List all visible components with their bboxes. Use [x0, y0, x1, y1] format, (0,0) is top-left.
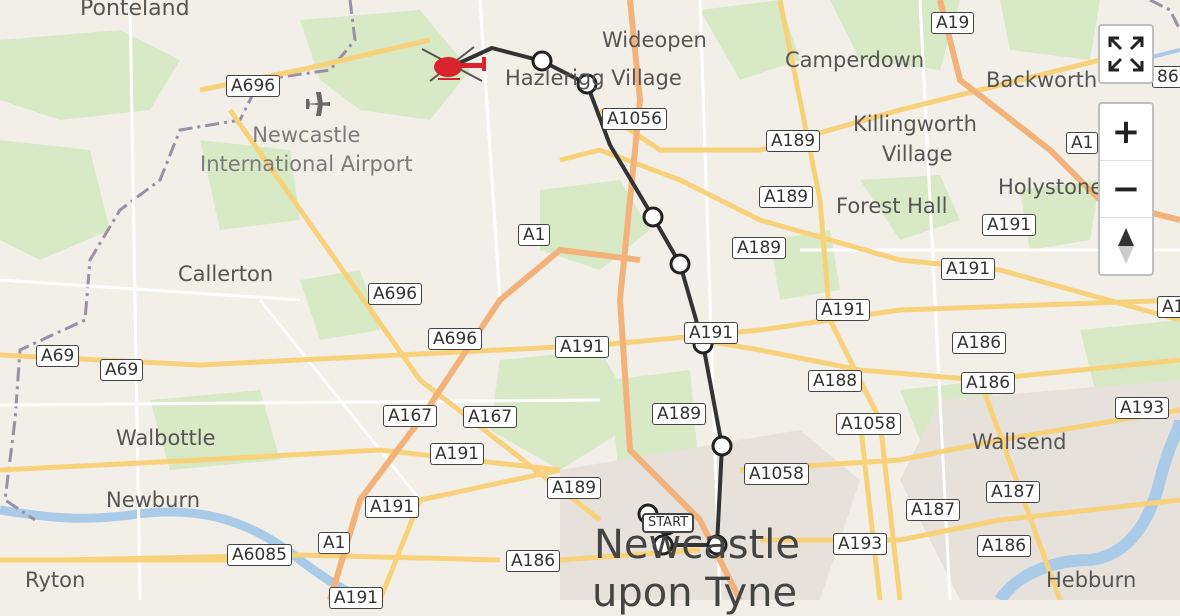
place-label: Newburn	[106, 488, 201, 512]
plus-icon: +	[1111, 112, 1141, 152]
airplane-icon	[306, 92, 330, 116]
road-label: A191	[365, 496, 420, 518]
place-label: Village	[882, 142, 953, 166]
airport-label: Newcastle International Airport	[200, 121, 413, 179]
airport-name-line1: Newcastle	[252, 123, 361, 147]
place-label: Callerton	[178, 262, 274, 286]
road-label: A1058	[744, 463, 809, 485]
fullscreen-icon	[1108, 36, 1144, 72]
road-label: A19	[931, 12, 975, 34]
road-label: A186	[961, 372, 1016, 394]
road-label: A186	[977, 535, 1032, 557]
place-label: Hebburn	[1046, 568, 1137, 592]
road-label: A696	[428, 328, 483, 350]
road-label: A193	[1115, 397, 1170, 419]
place-label: Wallsend	[972, 430, 1067, 454]
road-label: A186	[506, 550, 561, 572]
route-stop[interactable]	[669, 253, 691, 275]
route-stop[interactable]	[711, 435, 733, 457]
road-label: A1	[1157, 296, 1180, 318]
place-label: Camperdown	[785, 48, 925, 72]
road-label: A167	[383, 405, 438, 427]
start-flag[interactable]: START	[642, 513, 695, 533]
place-label: Wideopen	[602, 28, 707, 52]
route-stop[interactable]	[642, 206, 664, 228]
place-label: Hazlerigg Village	[505, 66, 682, 90]
minus-icon: −	[1111, 169, 1141, 209]
navigation-control: + −	[1098, 102, 1154, 276]
compass-icon	[1118, 228, 1134, 264]
road-label: A186	[952, 332, 1007, 354]
road-label: A187	[906, 499, 961, 521]
place-label: Forest Hall	[836, 194, 948, 218]
road-label: A191	[982, 214, 1037, 236]
road-label: A191	[816, 299, 871, 321]
place-label: Backworth	[986, 68, 1098, 92]
reset-bearing-button[interactable]	[1100, 218, 1152, 274]
fullscreen-control	[1098, 24, 1154, 84]
road-label: A189	[652, 403, 707, 425]
road-label: A696	[226, 75, 281, 97]
place-label: Ponteland	[80, 0, 190, 21]
road-label: A1056	[602, 108, 667, 130]
fullscreen-button[interactable]	[1100, 26, 1152, 82]
road-label: A1058	[836, 413, 901, 435]
road-label: A1	[1066, 132, 1099, 154]
place-label: Killingworth	[853, 112, 977, 136]
road-label: A189	[547, 477, 602, 499]
road-label: A191	[941, 258, 996, 280]
road-label: A1	[318, 532, 351, 554]
road-label: A696	[368, 283, 423, 305]
road-label: A189	[759, 186, 814, 208]
road-label: A191	[555, 336, 610, 358]
city-label: upon Tyne	[592, 570, 798, 616]
city-label: Newcastle	[594, 522, 800, 568]
road-label: A1	[518, 224, 551, 246]
road-label: A189	[766, 130, 821, 152]
road-label: A191	[430, 443, 485, 465]
place-label: Ryton	[25, 568, 86, 592]
place-label: Walbottle	[116, 426, 216, 450]
road-label: A191	[329, 587, 384, 609]
zoom-in-button[interactable]: +	[1100, 104, 1152, 161]
road-label: A187	[986, 481, 1041, 503]
road-label: A69	[36, 345, 80, 367]
road-label: A188	[808, 370, 863, 392]
zoom-out-button[interactable]: −	[1100, 161, 1152, 218]
road-label: A6085	[227, 544, 292, 566]
road-label: A193	[833, 533, 888, 555]
road-label: A69	[100, 359, 144, 381]
road-label: A167	[463, 406, 518, 428]
road-label: A189	[732, 237, 787, 259]
road-label: A191	[684, 322, 739, 344]
place-label: Holystone	[998, 175, 1104, 199]
road-label: 86	[1152, 66, 1180, 88]
airport-name-line2: International Airport	[200, 152, 413, 176]
